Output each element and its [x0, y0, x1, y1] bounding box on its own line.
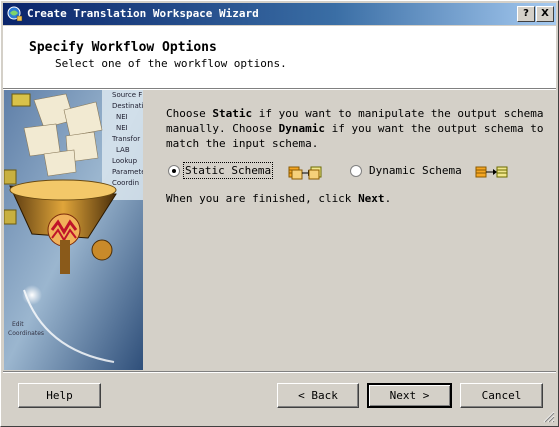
- wizard-content: Choose Static if you want to manipulate …: [166, 106, 546, 205]
- static-schema-icon: [288, 166, 322, 180]
- side-list-item: Paramete: [112, 168, 143, 176]
- side-footer-text: Edit: [12, 321, 24, 328]
- close-title-button[interactable]: X: [536, 6, 554, 22]
- dynamic-schema-radio[interactable]: [350, 165, 362, 177]
- side-list-item: NEI: [116, 124, 128, 132]
- title-bar[interactable]: Create Translation Workspace Wizard ? X: [3, 3, 556, 25]
- app-icon: [7, 6, 23, 22]
- instruction-paragraph: Choose Static if you want to manipulate …: [166, 106, 546, 151]
- side-list-item: Coordin: [112, 179, 139, 187]
- side-illustration: Source F Destinati NEI NEI Transfor LAB …: [4, 90, 143, 370]
- finish-instruction: When you are finished, click Next.: [166, 192, 391, 205]
- help-button-label: Help: [46, 389, 73, 402]
- resize-grip-icon[interactable]: [543, 411, 555, 423]
- schema-options: Static Schema Dynamic Schema: [166, 162, 546, 182]
- side-list-item: NEI: [116, 113, 128, 121]
- wizard-header: Specify Workflow Options Select one of t…: [3, 26, 556, 89]
- finish-text: When you are finished, click: [166, 192, 359, 205]
- dynamic-keyword: Dynamic: [278, 122, 325, 135]
- radio-selected-dot: [172, 169, 176, 173]
- footer-separator-highlight: [3, 372, 556, 373]
- side-list-item: LAB: [116, 146, 130, 154]
- help-button[interactable]: Help: [18, 383, 101, 408]
- static-keyword: Static: [212, 107, 253, 120]
- back-button-label: < Back: [298, 389, 338, 402]
- page-subtitle: Select one of the workflow options.: [55, 57, 287, 70]
- side-list-item: Source F: [112, 91, 142, 99]
- instruction-text: Choose: [166, 107, 213, 120]
- side-list-item: Destinati: [112, 102, 143, 110]
- wizard-window: Create Translation Workspace Wizard ? X …: [0, 0, 559, 427]
- next-button[interactable]: Next >: [367, 383, 452, 408]
- side-list-item: Lookup: [112, 157, 138, 165]
- side-list-item: Transfor: [111, 135, 140, 143]
- help-glyph: ?: [523, 8, 529, 19]
- dynamic-schema-label[interactable]: Dynamic Schema: [369, 164, 462, 177]
- dynamic-schema-icon: [475, 166, 508, 178]
- static-schema-label[interactable]: Static Schema: [182, 162, 274, 179]
- help-title-button[interactable]: ?: [517, 6, 535, 22]
- close-glyph: X: [541, 8, 549, 19]
- back-button[interactable]: < Back: [277, 383, 359, 408]
- static-schema-radio[interactable]: [168, 165, 180, 177]
- side-footer-text: Coordinates: [8, 330, 44, 337]
- finish-text: .: [384, 192, 392, 205]
- page-title: Specify Workflow Options: [29, 40, 217, 55]
- window-title: Create Translation Workspace Wizard: [27, 7, 259, 20]
- next-keyword: Next: [358, 192, 385, 205]
- cancel-button[interactable]: Cancel: [460, 383, 543, 408]
- next-button-label: Next >: [389, 389, 430, 402]
- wizard-side-image: Source F Destinati NEI NEI Transfor LAB …: [4, 90, 143, 370]
- cancel-button-label: Cancel: [481, 389, 522, 402]
